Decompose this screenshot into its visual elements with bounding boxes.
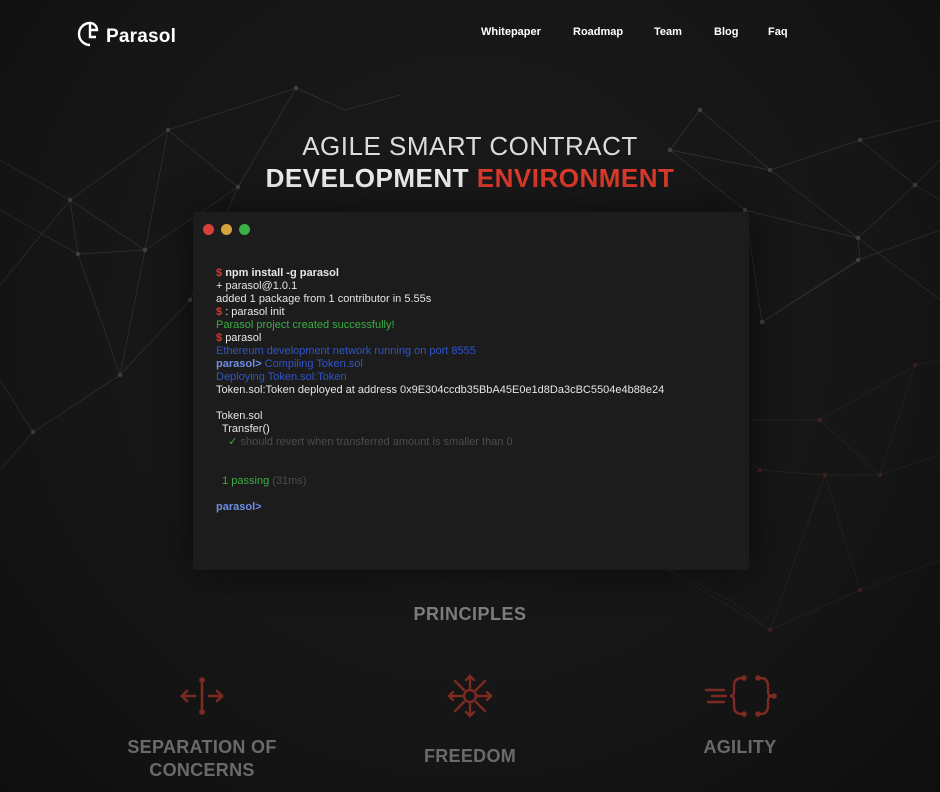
minimize-dot-icon <box>221 224 232 235</box>
line-text: should revert when transferred amount is… <box>240 436 513 448</box>
prompt-label: parasol> <box>216 501 262 513</box>
prompt-label: parasol> <box>216 358 262 370</box>
prompt-symbol: $ <box>216 306 223 318</box>
line-text: + parasol@1.0.1 <box>216 280 298 292</box>
terminal-line: Ethereum development network running on … <box>216 345 736 358</box>
window-controls <box>203 224 257 235</box>
prompt-symbol: $ <box>216 332 223 344</box>
principle-title: AGILITY <box>703 737 777 757</box>
terminal-line: ✓ should revert when transferred amount … <box>216 436 736 449</box>
passing-time: (31ms) <box>272 475 307 487</box>
terminal-line: $ : parasol init <box>216 306 736 319</box>
principle-separation: SEPARATION OF CONCERNS <box>110 676 294 782</box>
parasol-logo-icon <box>77 21 99 47</box>
line-text: Token.sol <box>216 410 263 422</box>
prompt-symbol: $ <box>216 267 223 279</box>
line-text: Ethereum development network running on … <box>216 345 476 357</box>
nav-faq[interactable]: Faq <box>768 26 788 38</box>
terminal-window: $ npm install -g parasol + parasol@1.0.1 a… <box>193 212 749 570</box>
terminal-line: Transfer() <box>216 423 736 436</box>
principle-title-line-2: CONCERNS <box>149 760 255 780</box>
terminal-line: 1 passing (31ms) <box>216 475 736 488</box>
terminal-line: + parasol@1.0.1 <box>216 280 736 293</box>
terminal-line: Deploying Token.sol:Token <box>216 371 736 384</box>
terminal-line: parasol> <box>216 501 736 514</box>
terminal-line: parasol> Compiling Token.sol <box>216 358 736 371</box>
maximize-dot-icon <box>239 224 250 235</box>
line-text: parasol <box>225 332 262 344</box>
line-text: npm install -g parasol <box>225 267 339 279</box>
line-text: Deploying Token.sol:Token <box>216 371 347 383</box>
nav-team[interactable]: Team <box>654 26 682 38</box>
line-text: : parasol init <box>225 306 285 318</box>
terminal-line: Token.sol:Token deployed at address 0x9E… <box>216 384 736 397</box>
close-dot-icon <box>203 224 214 235</box>
principle-title: SEPARATION OF CONCERNS <box>110 736 294 782</box>
separation-icon <box>180 677 224 715</box>
nav-blog[interactable]: Blog <box>714 26 738 38</box>
agility-icon <box>704 675 777 717</box>
terminal-output: $ npm install -g parasol + parasol@1.0.1 a… <box>216 267 736 514</box>
terminal-line: Parasol project created successfully! <box>216 319 736 332</box>
passing-count: 1 passing <box>222 475 270 487</box>
hero-line-2-main: DEVELOPMENT <box>265 163 470 193</box>
line-text: Compiling Token.sol <box>264 358 363 370</box>
freedom-icon <box>447 674 493 718</box>
hero-title: AGILE SMART CONTRACT DEVELOPMENT ENVIRON… <box>0 130 940 194</box>
line-text: Token.sol:Token deployed at address 0x9E… <box>216 384 665 396</box>
line-text: Parasol project created successfully! <box>216 319 395 331</box>
hero-line-2-accent: ENVIRONMENT <box>476 163 675 193</box>
brand-logo[interactable]: Parasol <box>76 20 176 48</box>
brand-name: Parasol <box>106 26 177 47</box>
nav-whitepaper[interactable]: Whitepaper <box>481 26 541 38</box>
check-icon: ✓ <box>228 436 238 448</box>
header: Parasol Whitepaper Roadmap Team Blog Faq <box>0 0 940 70</box>
principles-heading: PRINCIPLES <box>413 604 527 624</box>
principle-title: FREEDOM <box>423 746 517 766</box>
terminal-line: $ npm install -g parasol <box>216 267 736 280</box>
hero-line-1: AGILE SMART CONTRACT <box>302 131 638 161</box>
terminal-line: added 1 package from 1 contributor in 5.… <box>216 293 736 306</box>
terminal-line: Token.sol <box>216 410 736 423</box>
principle-agility: AGILITY <box>670 674 810 759</box>
principle-title-line-1: SEPARATION OF <box>127 737 277 757</box>
nav-roadmap[interactable]: Roadmap <box>573 26 623 38</box>
hero-line-2: DEVELOPMENT ENVIRONMENT <box>0 162 940 194</box>
line-text: Transfer() <box>216 423 270 435</box>
terminal-line: $ parasol <box>216 332 736 345</box>
principle-freedom: FREEDOM <box>400 672 540 768</box>
line-text: added 1 package from 1 contributor in 5.… <box>216 293 432 305</box>
